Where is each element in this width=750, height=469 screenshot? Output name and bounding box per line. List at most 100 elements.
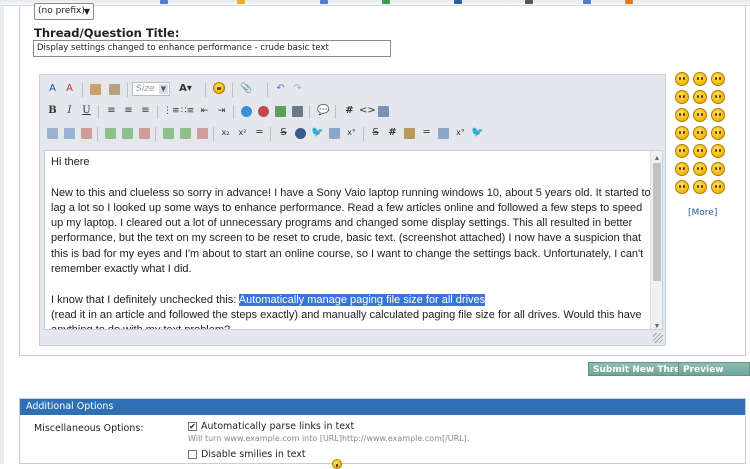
smiley-icon[interactable] xyxy=(711,90,725,104)
align-right-icon[interactable]: ≡ xyxy=(138,103,153,119)
spoiler-icon[interactable] xyxy=(293,125,308,141)
attachment-icon[interactable]: 📎 xyxy=(239,81,254,97)
smiley-icon[interactable] xyxy=(675,162,689,176)
twitter-icon[interactable]: 🐦 xyxy=(310,125,325,141)
smiley-icon[interactable] xyxy=(693,162,707,176)
underline-button[interactable]: U xyxy=(79,103,94,119)
smiley-icon[interactable] xyxy=(711,72,725,86)
selected-text: Automatically manage paging file size fo… xyxy=(238,293,486,306)
settings-gear-icon[interactable] xyxy=(402,125,417,141)
parse-links-checkbox[interactable]: ✔ xyxy=(188,422,197,431)
redo-icon[interactable]: ↷ xyxy=(290,81,305,97)
align-center-icon[interactable]: ≡ xyxy=(121,103,136,119)
insert-video-icon[interactable] xyxy=(290,103,305,119)
prefix-value: (no prefix) xyxy=(38,6,85,16)
table-props-icon[interactable] xyxy=(62,125,77,141)
smiley-icon xyxy=(332,459,342,469)
rich-text-editor: A A Size ▼ A▾ 📎 ↶ ↷ B I U ≡ ≡ ≡ ⋮≡ ∷≡ ⇤ ⇥… xyxy=(39,74,666,346)
smiley-icon[interactable] xyxy=(675,108,689,122)
strikethrough-alt-icon[interactable]: S xyxy=(368,125,383,141)
table-delete-icon[interactable] xyxy=(79,125,94,141)
message-textarea[interactable]: Hi there New to this and clueless so sor… xyxy=(44,150,663,330)
more-smilies-link[interactable]: [More] xyxy=(688,208,717,218)
php-code-icon[interactable] xyxy=(376,103,391,119)
left-gutter xyxy=(0,6,4,464)
html-code-icon[interactable]: <> xyxy=(359,103,376,119)
message-paragraph-3-end: (read it in an article and followed the … xyxy=(51,308,642,329)
italic-button[interactable]: I xyxy=(62,103,77,119)
table-icon[interactable] xyxy=(45,125,60,141)
superscript-alt-icon[interactable]: x° xyxy=(344,125,359,141)
prefix-select[interactable]: (no prefix) ▼ xyxy=(34,3,94,20)
smiley-icon[interactable] xyxy=(693,108,707,122)
undo-icon[interactable]: ↶ xyxy=(273,81,288,97)
resize-handle[interactable] xyxy=(653,333,663,343)
scroll-up-icon[interactable]: ▲ xyxy=(651,151,662,162)
quote-icon[interactable]: 💬 xyxy=(316,103,331,119)
image-alt-icon[interactable] xyxy=(436,125,451,141)
smiley-icon[interactable] xyxy=(675,72,689,86)
bold-button[interactable]: B xyxy=(45,103,60,119)
smiley-icon[interactable] xyxy=(693,90,707,104)
hash-tag-icon[interactable]: # xyxy=(385,125,400,141)
message-paragraph-2: New to this and clueless so sorry in adv… xyxy=(51,186,651,276)
smiley-icon[interactable] xyxy=(711,108,725,122)
scroll-down-icon[interactable]: ▼ xyxy=(651,319,662,329)
smiley-icon[interactable] xyxy=(711,126,725,140)
smiley-icon[interactable] xyxy=(693,72,707,86)
disable-smilies-checkbox[interactable] xyxy=(188,450,197,459)
unordered-list-icon[interactable]: ∷≡ xyxy=(180,103,195,119)
insert-row-icon[interactable] xyxy=(103,125,118,141)
indent-icon[interactable]: ⇥ xyxy=(214,103,229,119)
smiley-icon[interactable] xyxy=(675,90,689,104)
insert-link-icon[interactable] xyxy=(239,103,254,119)
twitter-alt-icon[interactable]: 🐦 xyxy=(470,125,485,141)
preview-post-button[interactable]: Preview Post xyxy=(678,362,750,389)
ordered-list-icon[interactable]: ⋮≡ xyxy=(163,103,180,119)
paste-text-icon[interactable] xyxy=(107,81,122,97)
remove-format-icon[interactable]: A xyxy=(45,81,60,97)
code-hash-icon[interactable]: # xyxy=(342,103,357,119)
additional-options-header: Additional Options xyxy=(20,399,745,415)
media-icon[interactable] xyxy=(327,125,342,141)
toolbar-row-2: B I U ≡ ≡ ≡ ⋮≡ ∷≡ ⇤ ⇥ 💬 # <> xyxy=(45,103,395,121)
superscript-icon[interactable]: x² xyxy=(235,125,250,141)
insert-row-after-icon[interactable] xyxy=(120,125,135,141)
smiley-icon[interactable] xyxy=(675,144,689,158)
delete-row-icon[interactable] xyxy=(137,125,152,141)
smiley-icon[interactable] xyxy=(711,180,725,194)
strikethrough-icon[interactable]: S xyxy=(276,125,291,141)
smiley-icon[interactable] xyxy=(212,81,227,97)
insert-col-after-icon[interactable] xyxy=(178,125,193,141)
remove-link-icon[interactable] xyxy=(256,103,271,119)
title-input[interactable]: Display settings changed to enhance perf… xyxy=(33,40,391,57)
horizontal-rule-icon[interactable]: ═ xyxy=(252,125,267,141)
outdent-icon[interactable]: ⇤ xyxy=(197,103,212,119)
parse-links-label: Automatically parse links in text xyxy=(201,421,355,432)
font-size-select[interactable]: Size ▼ xyxy=(132,82,170,96)
font-family-label: A xyxy=(179,83,187,94)
smiley-icon[interactable] xyxy=(711,162,725,176)
smiley-icon[interactable] xyxy=(693,180,707,194)
font-color-icon[interactable]: A xyxy=(62,81,77,97)
insert-col-icon[interactable] xyxy=(161,125,176,141)
smiley-icon[interactable] xyxy=(693,126,707,140)
textarea-scrollbar[interactable]: ▲ ▼ xyxy=(650,151,662,329)
smiley-icon[interactable] xyxy=(675,126,689,140)
degree-icon[interactable]: x° xyxy=(453,125,468,141)
paste-icon[interactable] xyxy=(88,81,103,97)
scrollbar-thumb[interactable] xyxy=(653,163,661,281)
smiley-icon[interactable] xyxy=(675,180,689,194)
additional-options-panel: Additional Options Miscellaneous Options… xyxy=(19,398,746,469)
smiley-icon[interactable] xyxy=(711,144,725,158)
smiley-icon[interactable] xyxy=(693,144,707,158)
disable-smilies-label: Disable smilies in text xyxy=(201,449,306,460)
hr-alt-icon[interactable]: ═ xyxy=(419,125,434,141)
misc-options-label: Miscellaneous Options: xyxy=(34,423,144,434)
delete-col-icon[interactable] xyxy=(195,125,210,141)
align-left-icon[interactable]: ≡ xyxy=(104,103,119,119)
font-size-label: Size xyxy=(136,84,155,94)
font-family-select[interactable]: A▾ xyxy=(178,81,193,97)
insert-image-icon[interactable] xyxy=(273,103,288,119)
subscript-icon[interactable]: x₂ xyxy=(218,125,233,141)
